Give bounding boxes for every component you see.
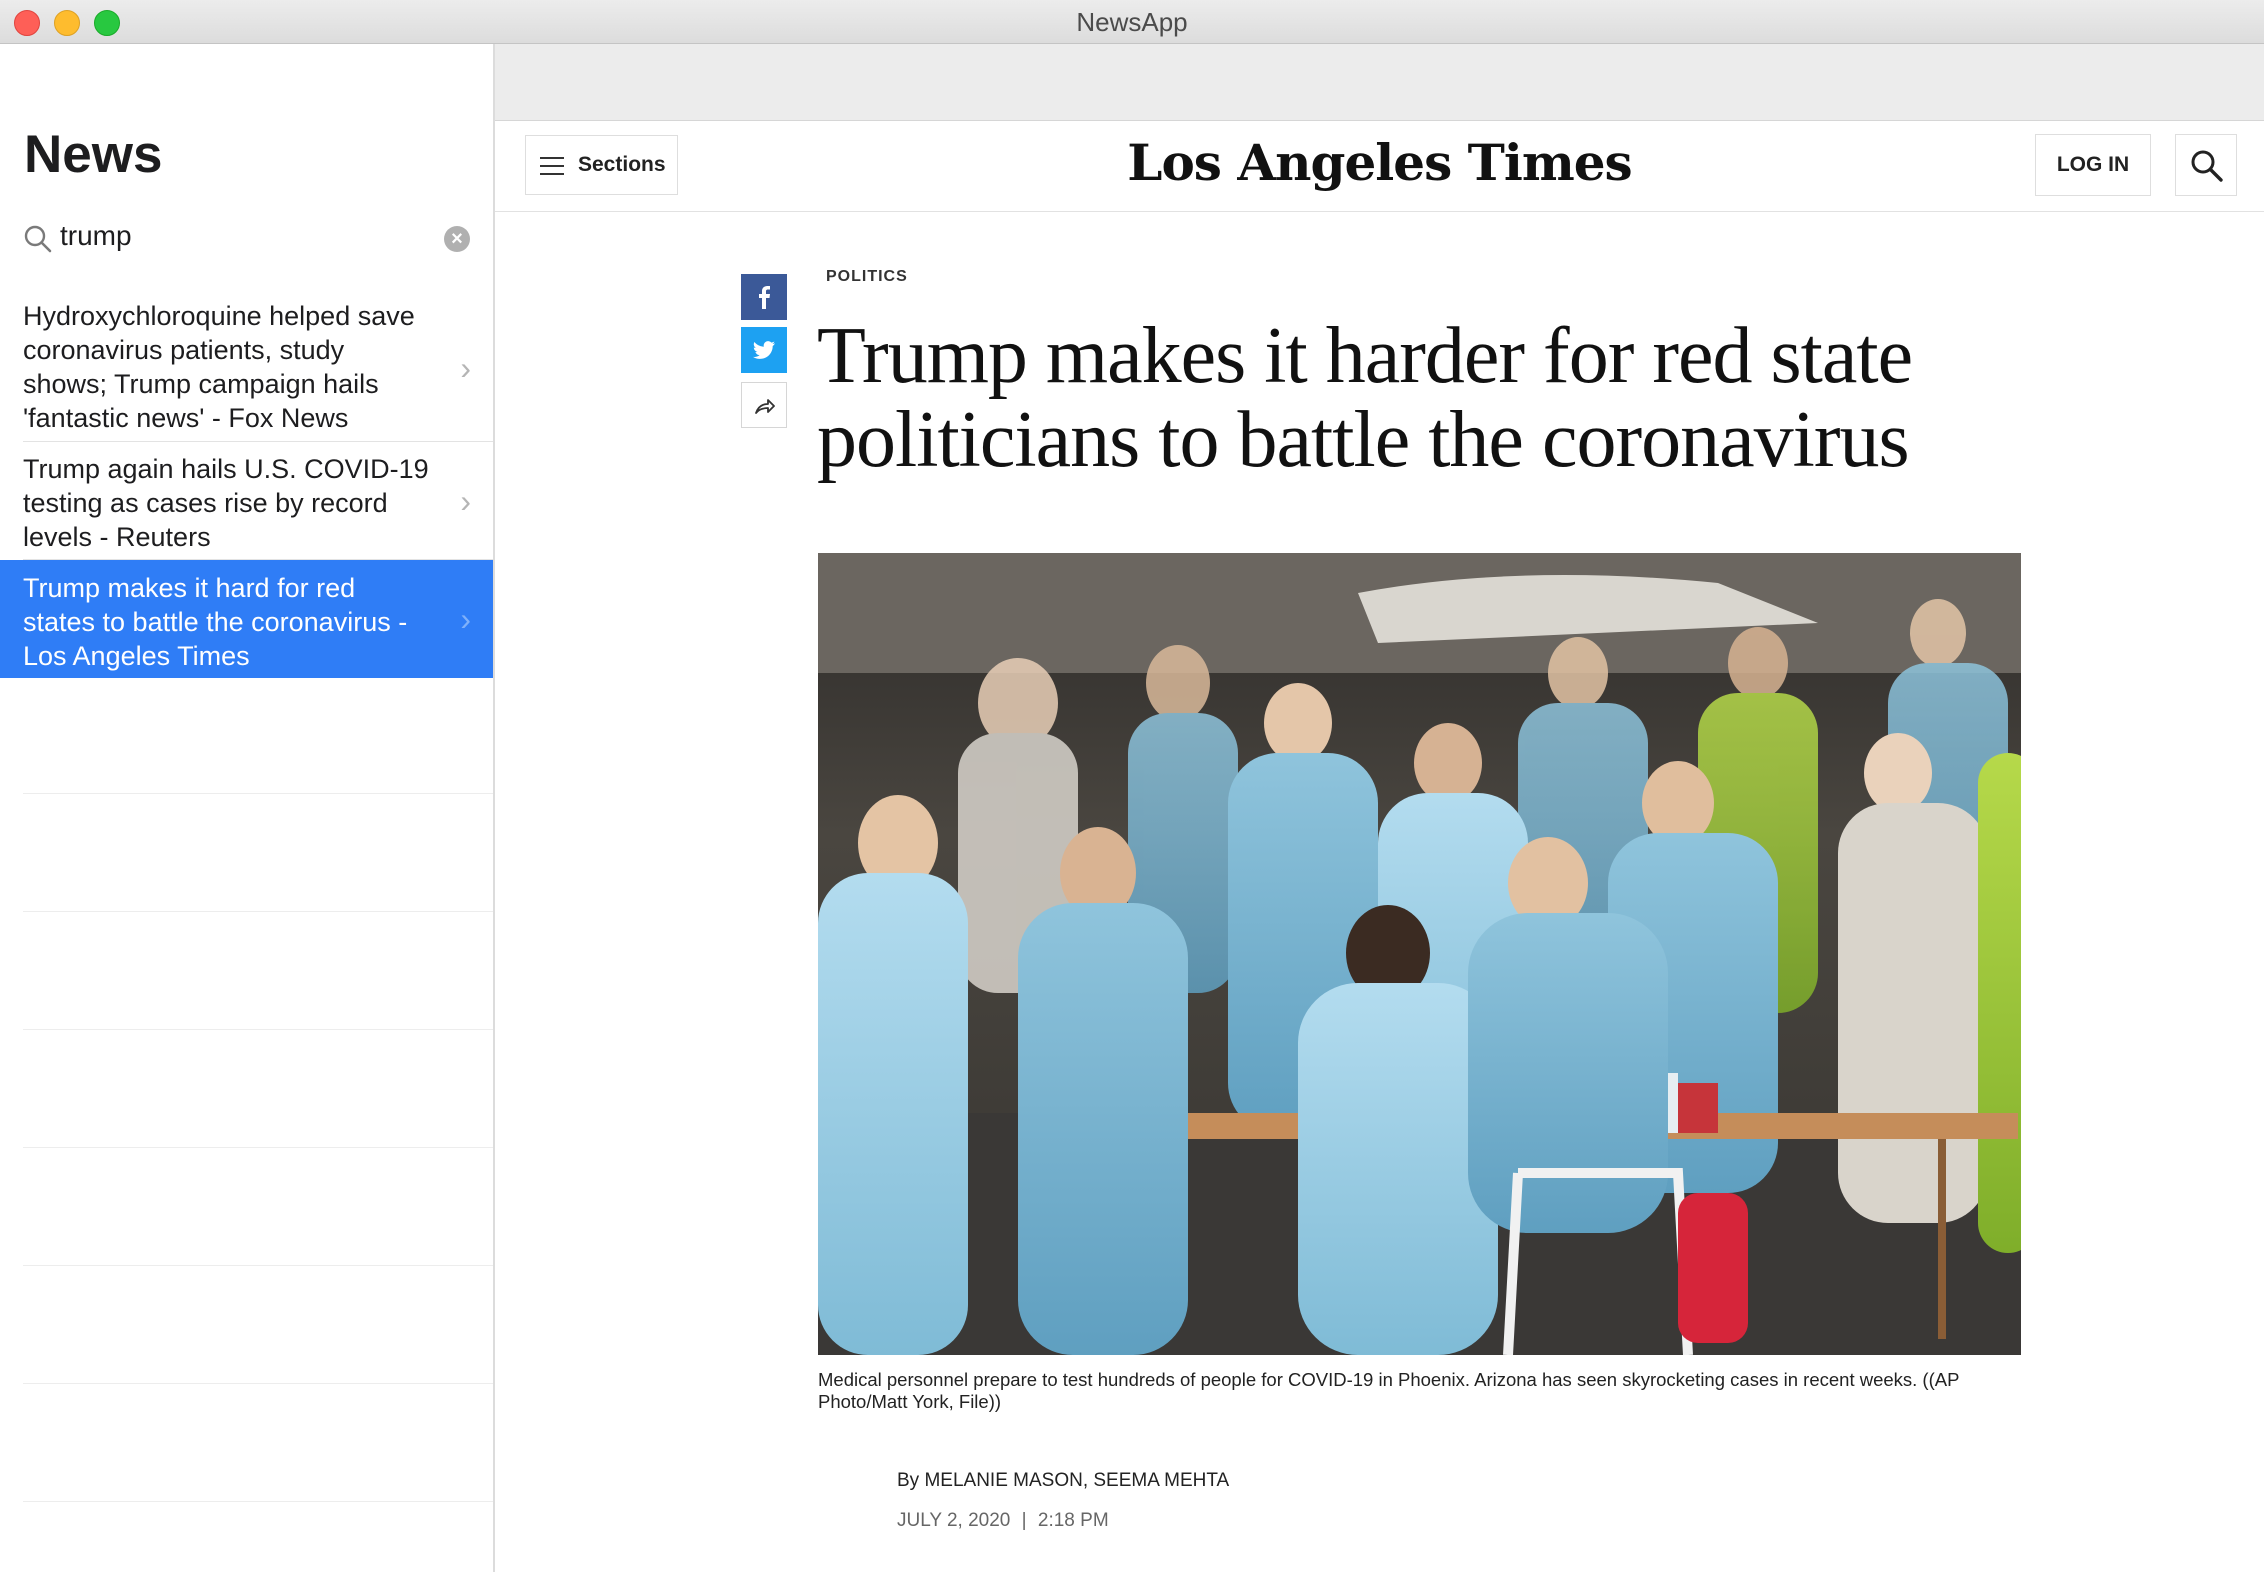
twitter-share-button[interactable] xyxy=(741,327,787,373)
article-webview: Sections Los Angeles Times LOG IN POLITI… xyxy=(495,44,2264,1572)
list-item[interactable]: Trump makes it hard for red states to ba… xyxy=(0,560,493,678)
list-item-title: Trump makes it hard for red states to ba… xyxy=(23,573,408,671)
list-divider xyxy=(23,793,493,794)
list-item[interactable]: Hydroxychloroquine helped save coronavir… xyxy=(0,294,493,442)
chevron-right-icon: › xyxy=(460,601,471,637)
list-divider xyxy=(23,1029,493,1030)
title-bar: NewsApp xyxy=(0,0,2264,44)
list-item[interactable]: Trump again hails U.S. COVID-19 testing … xyxy=(0,442,493,560)
clear-search-icon[interactable]: × xyxy=(444,226,470,252)
list-divider xyxy=(23,1501,493,1502)
app-window: NewsApp News trump × Hydroxychloroquine … xyxy=(0,0,2264,1572)
list-divider xyxy=(23,1265,493,1266)
dateline: JULY 2, 2020 | 2:18 PM xyxy=(897,1510,1109,1532)
article-photo xyxy=(818,553,2021,1355)
list-divider xyxy=(23,1147,493,1148)
chevron-right-icon: › xyxy=(460,483,471,519)
site-search-button[interactable] xyxy=(2175,134,2237,196)
results-list: Hydroxychloroquine helped save coronavir… xyxy=(0,294,493,678)
article-time: 2:18 PM xyxy=(1037,1510,1109,1531)
date-separator: | xyxy=(1021,1510,1027,1531)
list-divider xyxy=(23,1383,493,1384)
site-header: Sections Los Angeles Times LOG IN xyxy=(495,121,2264,212)
magnifier-icon xyxy=(2191,150,2223,182)
search-icon xyxy=(24,225,52,253)
sidebar-title: News xyxy=(24,125,163,184)
facebook-share-button[interactable] xyxy=(741,274,787,320)
section-kicker[interactable]: POLITICS xyxy=(826,268,908,286)
article-headline: Trump makes it harder for red state poli… xyxy=(817,312,1913,484)
search-input[interactable]: trump xyxy=(60,220,132,252)
sidebar: News trump × Hydroxychloroquine helped s… xyxy=(0,44,495,1572)
list-divider xyxy=(23,911,493,912)
webview-top-strip xyxy=(495,44,2264,121)
login-button[interactable]: LOG IN xyxy=(2035,134,2151,196)
share-button[interactable] xyxy=(741,382,787,428)
facebook-icon xyxy=(759,286,770,309)
article-date: JULY 2, 2020 xyxy=(897,1510,1011,1531)
site-logo[interactable]: Los Angeles Times xyxy=(495,133,2264,192)
byline: By MELANIE MASON, SEEMA MEHTA xyxy=(897,1470,1230,1491)
window-title: NewsApp xyxy=(1076,7,1188,37)
photo-caption: Medical personnel prepare to test hundre… xyxy=(818,1369,1960,1412)
list-item-title: Trump again hails U.S. COVID-19 testing … xyxy=(23,454,429,552)
chevron-right-icon: › xyxy=(460,350,471,386)
share-arrow-icon xyxy=(755,399,775,414)
list-item-title: Hydroxychloroquine helped save coronavir… xyxy=(23,301,415,433)
twitter-icon xyxy=(753,341,775,359)
